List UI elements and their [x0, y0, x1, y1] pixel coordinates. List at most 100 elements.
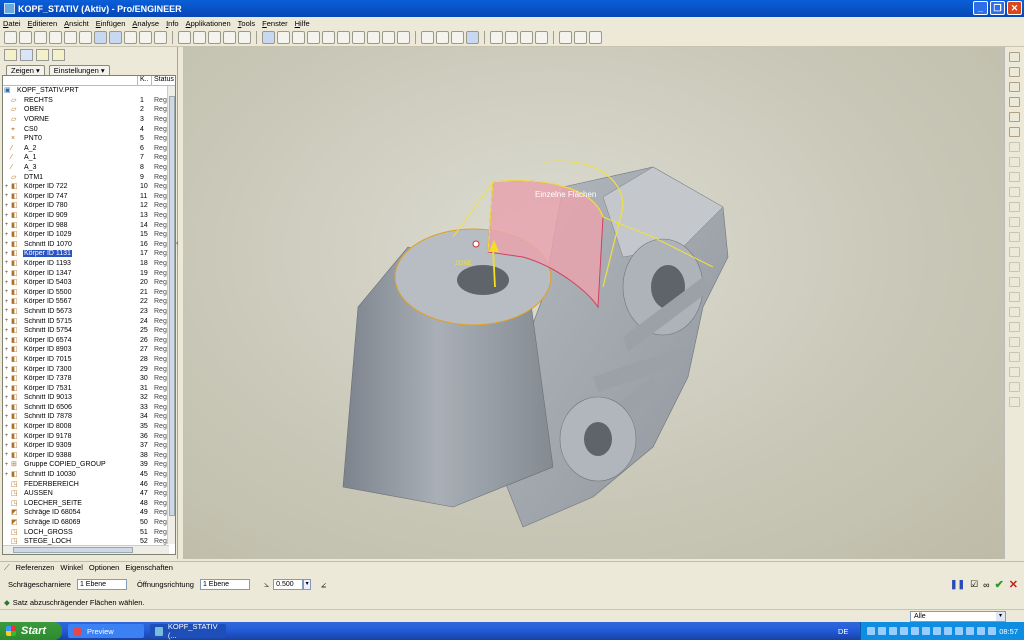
reorient-icon[interactable] [352, 31, 365, 44]
menu-analyse[interactable]: Analyse [132, 19, 159, 28]
datum-point-tool-icon[interactable] [1009, 97, 1020, 107]
menu-datei[interactable]: Datei [3, 19, 21, 28]
expand-toggle[interactable]: + [3, 414, 10, 420]
expand-toggle[interactable]: + [3, 260, 10, 266]
tree-row[interactable]: + ◧ Körper ID 988 14 Reg [3, 220, 175, 230]
tree-row[interactable]: × PNT0 5 Reg [3, 134, 175, 144]
tree-row[interactable]: + ◧ Körper ID 1029 15 Reg [3, 230, 175, 240]
history-tab-icon[interactable] [52, 49, 65, 61]
hole-tool-icon[interactable] [1009, 202, 1020, 212]
tree-hscroll-thumb[interactable] [13, 547, 133, 553]
expand-toggle[interactable]: + [3, 347, 10, 353]
tree-row[interactable]: ▱ RECHTS 1 Reg [3, 96, 175, 106]
pattern-tool-icon[interactable] [1009, 292, 1020, 302]
pull-direction-collector[interactable]: 1 Ebene [199, 578, 250, 590]
expand-toggle[interactable]: + [3, 289, 10, 295]
tree-row[interactable]: + ◧ Körper ID 909 13 Reg [3, 211, 175, 221]
tree-row[interactable]: ◩ Schräge ID 68054 49 Reg [3, 508, 175, 518]
tree-row[interactable]: + ◧ Körper ID 9178 36 Reg [3, 431, 175, 441]
tree-row[interactable]: + ◧ Körper ID 7300 29 Reg [3, 364, 175, 374]
tree-row[interactable]: + ◧ Schnitt ID 5754 25 Reg [3, 326, 175, 336]
tray-icon[interactable] [911, 627, 919, 635]
chamfer-tool-icon[interactable] [1009, 277, 1020, 287]
spin-center-icon[interactable] [277, 31, 290, 44]
expand-toggle[interactable]: + [3, 356, 10, 362]
coord-systems-icon[interactable] [535, 31, 548, 44]
regenerate-icon[interactable] [208, 31, 221, 44]
chevron-down-icon[interactable]: ▾ [996, 612, 1005, 621]
cancel-x-icon[interactable]: ✕ [1009, 578, 1018, 591]
tree-row[interactable]: + ◧ Schnitt ID 5673 23 Reg [3, 307, 175, 317]
extrude-tool-icon[interactable] [1009, 142, 1020, 152]
annotations-icon[interactable] [559, 31, 572, 44]
expand-toggle[interactable]: + [3, 251, 10, 257]
tray-icon[interactable] [977, 627, 985, 635]
blend-tool-icon[interactable] [1009, 187, 1020, 197]
save-icon[interactable] [34, 31, 47, 44]
expand-toggle[interactable]: + [3, 184, 10, 190]
tray-icon[interactable] [955, 627, 963, 635]
expand-toggle[interactable]: + [3, 404, 10, 410]
repaint-icon[interactable] [262, 31, 275, 44]
tree-row[interactable]: + ◧ Schnitt ID 1070 16 Reg [3, 240, 175, 250]
email-icon[interactable] [79, 31, 92, 44]
help-icon[interactable] [589, 31, 602, 44]
tree-row[interactable]: + ◧ Schnitt ID 10030 45 Reg [3, 470, 175, 480]
expand-toggle[interactable]: + [3, 222, 10, 228]
refit-icon[interactable] [337, 31, 350, 44]
menu-applikationen[interactable]: Applikationen [186, 19, 231, 28]
tree-row[interactable]: + ◧ Körper ID 5403 20 Reg [3, 278, 175, 288]
tree-row[interactable]: + ◧ Körper ID 6574 26 Reg [3, 335, 175, 345]
expand-toggle[interactable]: + [3, 280, 10, 286]
expand-toggle[interactable]: + [3, 270, 10, 276]
tree-row[interactable]: ⁄ A_3 8 Reg [3, 163, 175, 173]
menu-editieren[interactable]: Editieren [28, 19, 58, 28]
thicken-tool-icon[interactable] [1009, 382, 1020, 392]
expand-toggle[interactable]: + [3, 424, 10, 430]
tree-row[interactable]: + ◧ Körper ID 9309 37 Reg [3, 441, 175, 451]
cut-icon[interactable] [139, 31, 152, 44]
expand-toggle[interactable]: + [3, 385, 10, 391]
expand-toggle[interactable]: + [3, 443, 10, 449]
tray-icon[interactable] [966, 627, 974, 635]
menu-ansicht[interactable]: Ansicht [64, 19, 89, 28]
tray-icon[interactable] [988, 627, 996, 635]
tree-row[interactable]: + ◧ Körper ID 8008 35 Reg [3, 422, 175, 432]
saved-views-icon[interactable] [367, 31, 380, 44]
tree-horizontal-scrollbar[interactable] [3, 545, 169, 554]
window-activate-icon[interactable] [94, 31, 107, 44]
preview-checkbox-icon[interactable]: ☑ [970, 579, 978, 590]
tray-icon[interactable] [900, 627, 908, 635]
open-icon[interactable] [19, 31, 32, 44]
zoom-out-icon[interactable] [322, 31, 335, 44]
flip-angle-icon[interactable]: ⦤ [321, 579, 326, 590]
tree-row[interactable]: + ◧ Schnitt ID 6506 33 Reg [3, 403, 175, 413]
datum-planes-icon[interactable] [490, 31, 503, 44]
expand-toggle[interactable]: + [3, 462, 10, 468]
printer-icon[interactable] [124, 31, 137, 44]
datum-points-icon[interactable] [520, 31, 533, 44]
chevron-down-icon[interactable]: ▾ [303, 578, 312, 590]
graphics-viewport[interactable]: Einzelne Flächen ZONE [183, 47, 1004, 559]
expand-toggle[interactable]: + [3, 452, 10, 458]
tree-vertical-scrollbar[interactable] [167, 86, 175, 544]
sash-handle-icon[interactable]: ‹ [176, 240, 181, 250]
minimize-button[interactable]: _ [973, 1, 988, 15]
start-button[interactable]: Start [0, 622, 62, 640]
expand-toggle[interactable]: + [3, 395, 10, 401]
tree-row[interactable]: + ◧ Körper ID 7015 28 Reg [3, 355, 175, 365]
tree-row[interactable]: ⁄ A_1 7 Reg [3, 153, 175, 163]
tree-row[interactable]: + ◧ Körper ID 722 10 Reg [3, 182, 175, 192]
expand-toggle[interactable]: + [3, 366, 10, 372]
select-dropdown-icon[interactable] [238, 31, 251, 44]
menu-hilfe[interactable]: Hilfe [295, 19, 310, 28]
redo-icon[interactable] [193, 31, 206, 44]
expand-toggle[interactable]: + [3, 318, 10, 324]
menu-fenster[interactable]: Fenster [262, 19, 287, 28]
find-icon[interactable] [223, 31, 236, 44]
save-copy-icon[interactable] [49, 31, 62, 44]
revolve-tool-icon[interactable] [1009, 157, 1020, 167]
tree-row[interactable]: ◳ LOECHER_SEITE 48 Reg [3, 499, 175, 509]
tree-row[interactable]: + ◧ Körper ID 747 11 Reg [3, 192, 175, 202]
tree-row[interactable]: ◳ FEDERBEREICH 46 Reg [3, 479, 175, 489]
